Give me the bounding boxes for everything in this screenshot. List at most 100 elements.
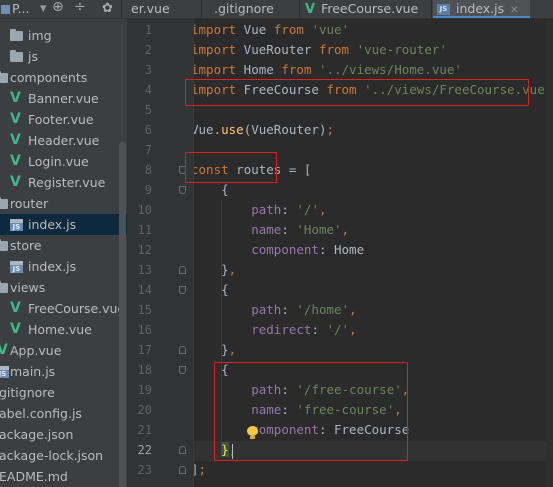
tree-file-gitignore[interactable]: gitignore: [0, 382, 127, 403]
tree-file-freecourse-vue[interactable]: V FreeCourse.vue: [0, 298, 127, 319]
line-number: 12: [137, 243, 152, 257]
tree-folder-components[interactable]: components: [0, 67, 127, 88]
tree-folder-views[interactable]: views: [0, 277, 127, 298]
tree-file-router-index-js[interactable]: JS index.js: [0, 214, 127, 235]
tree-file-register-vue[interactable]: V Register.vue: [0, 172, 127, 193]
tab-label: .gitignore: [214, 1, 274, 16]
tree-file-login-vue[interactable]: V Login.vue: [0, 151, 127, 172]
close-tab-icon[interactable]: ✕: [510, 5, 518, 16]
code-line: path: '/',: [194, 200, 326, 220]
project-tree-scrollbar[interactable]: [119, 142, 126, 487]
tree-item-label: gitignore: [0, 385, 55, 400]
tab-er-vue[interactable]: er.vue: [127, 0, 201, 18]
project-tool-window-header[interactable]: P...: [0, 0, 30, 18]
vue-file-icon: V: [10, 153, 21, 169]
tree-file-readme[interactable]: EADME.md: [0, 466, 127, 487]
tree-file-package-lock-json[interactable]: ackage-lock.json: [0, 445, 127, 466]
tree-folder-store[interactable]: store: [0, 235, 127, 256]
folder-icon: [0, 197, 8, 209]
folder-icon: [0, 239, 8, 251]
tree-folder-router[interactable]: router: [0, 193, 127, 214]
project-icon: [1, 5, 10, 14]
tree-file-app-vue[interactable]: V App.vue: [0, 340, 127, 361]
annotation-box-import: [185, 79, 529, 106]
tree-item-label: img: [28, 28, 52, 43]
keyword-token: from: [318, 42, 350, 57]
line-number: 4: [144, 83, 152, 97]
tree-file-store-index-js[interactable]: JS index.js: [0, 256, 127, 277]
punctuation-token: ,: [341, 222, 350, 237]
code-token: :: [281, 222, 297, 237]
punctuation-token: ,: [349, 302, 357, 317]
tab-label: er.vue: [131, 1, 170, 16]
tree-file-babel-config[interactable]: abel.config.js: [0, 403, 127, 424]
code-token: {: [194, 282, 229, 297]
line-number: 2: [144, 43, 152, 57]
collapse-all-icon[interactable]: ÷: [74, 0, 86, 17]
fold-marker-icon[interactable]: [179, 266, 186, 274]
tree-file-header-vue[interactable]: V Header.vue: [0, 130, 127, 151]
tree-item-label: abel.config.js: [0, 406, 82, 421]
code-line: {: [194, 280, 229, 300]
fold-marker-icon[interactable]: [179, 446, 186, 454]
fold-marker-icon[interactable]: [179, 366, 186, 374]
tree-item-label: Footer.vue: [28, 112, 94, 127]
locate-file-icon[interactable]: ⊕: [52, 0, 64, 17]
property-token: component: [251, 242, 319, 257]
fold-marker-icon[interactable]: [179, 186, 186, 194]
line-number: 23: [137, 463, 152, 477]
punctuation-token: ;: [326, 122, 335, 137]
tree-item-label: js: [28, 49, 38, 64]
vue-file-icon: V: [10, 174, 21, 190]
keyword-token: import: [194, 42, 237, 57]
fold-marker-icon[interactable]: [179, 286, 186, 294]
code-token: Home: [236, 62, 282, 77]
line-number: 7: [144, 143, 152, 157]
line-number: 10: [137, 203, 152, 217]
string-token: 'vue': [311, 22, 350, 37]
tree-file-package-json[interactable]: ackage.json: [0, 424, 127, 445]
fold-marker-icon[interactable]: [179, 466, 186, 474]
string-token: '/': [296, 202, 319, 217]
tab-bar-divider: [121, 0, 122, 18]
code-line: import Vue from 'vue': [194, 20, 349, 40]
code-line: },: [194, 340, 236, 360]
line-number-gutter: 1 2 3 4 5 6 7 8 9 10 11 12 13 14 15 16 1…: [127, 19, 194, 487]
dropdown-arrow-icon[interactable]: ▾: [40, 0, 47, 18]
property-token: path: [251, 302, 282, 317]
tree-folder-img[interactable]: img: [0, 25, 127, 46]
code-token: :: [281, 302, 297, 317]
tree-file-home-vue[interactable]: V Home.vue: [0, 319, 127, 340]
code-line: name: 'Home',: [194, 220, 349, 240]
tab-label: FreeCourse.vue: [321, 1, 419, 16]
keyword-token: import: [194, 62, 237, 77]
tree-file-footer-vue[interactable]: V Footer.vue: [0, 109, 127, 130]
editor-scrollbar[interactable]: [547, 19, 553, 487]
tree-item-label: ackage-lock.json: [0, 448, 104, 463]
tab-freecourse-vue[interactable]: V FreeCourse.vue: [301, 0, 431, 18]
tree-item-label: Banner.vue: [28, 91, 99, 106]
js-file-icon: JS: [10, 219, 23, 231]
tree-file-banner-vue[interactable]: V Banner.vue: [0, 88, 127, 109]
tree-file-main-js[interactable]: JS main.js: [0, 361, 127, 382]
tab-index-js[interactable]: JS index.js ✕: [433, 0, 530, 18]
code-line: Vue.use(VueRouter);: [194, 120, 334, 140]
function-token: use: [221, 122, 244, 137]
string-token: '/': [326, 322, 350, 337]
code-token: }: [194, 262, 229, 277]
tab-gitignore[interactable]: .gitignore: [203, 0, 299, 18]
project-tree: img js components V Banner.vue V Footer.…: [0, 19, 127, 487]
folder-icon: [10, 50, 23, 62]
line-number: 17: [137, 343, 152, 357]
tree-folder-js[interactable]: js: [0, 46, 127, 67]
line-number: 20: [137, 403, 152, 417]
tree-item-label: index.js: [28, 217, 77, 232]
punctuation-token: ,: [349, 322, 357, 337]
settings-gear-icon[interactable]: ✿: [102, 0, 113, 18]
code-line: path: '/home',: [194, 300, 357, 320]
tree-item-label: Register.vue: [28, 175, 106, 190]
fold-marker-icon[interactable]: [179, 346, 186, 354]
string-token: '../views/Home.vue': [318, 62, 462, 77]
